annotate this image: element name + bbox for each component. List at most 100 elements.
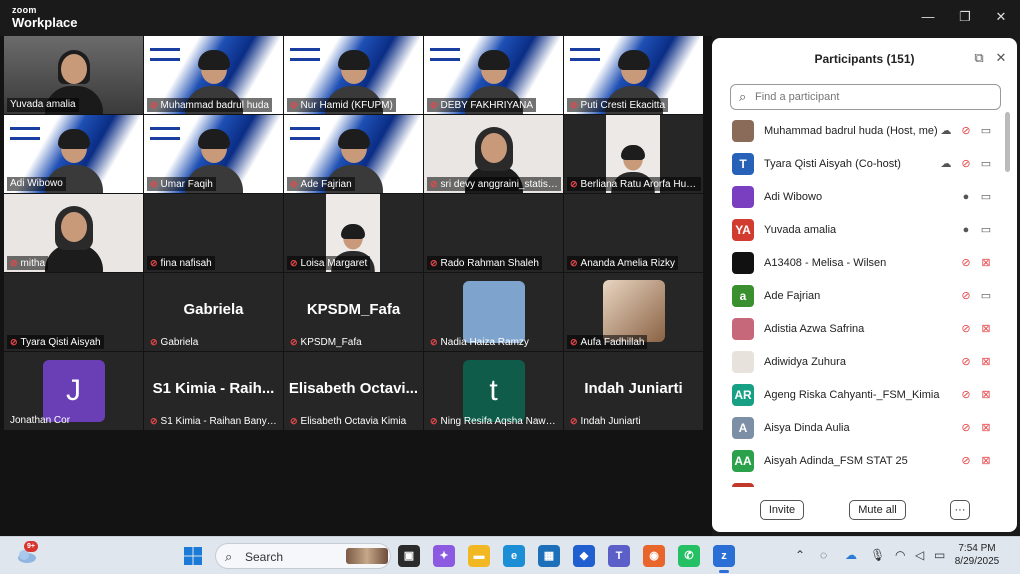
video-tile[interactable]: ⊘ Rado Rahman Shaleh: [424, 194, 563, 272]
taskbar-search[interactable]: ⌕ Search: [215, 543, 391, 569]
list-scrollbar[interactable]: [1005, 112, 1010, 172]
participant-search-input[interactable]: [755, 89, 985, 105]
video-tile[interactable]: Yuvada amalia: [4, 36, 143, 114]
video-tile[interactable]: ⊘ Aufa Fadhillah: [564, 273, 703, 351]
file-explorer-icon[interactable]: ▬: [468, 545, 490, 567]
participants-title: Participants (151): [814, 52, 915, 66]
video-tile[interactable]: ▬▬▬ ▬▬▬ ⊘ Puti Cresti Ekacitta: [564, 36, 703, 114]
video-tile[interactable]: ⊘ mitha: [4, 194, 143, 272]
mic-muted-icon: ⊘: [430, 179, 438, 189]
mute-all-button[interactable]: Mute all: [849, 500, 906, 520]
chevron-up-icon[interactable]: ⌃: [795, 548, 805, 562]
video-tile[interactable]: ⊘ Ananda Amelia Rizky: [564, 194, 703, 272]
onedrive-icon[interactable]: ☁: [845, 548, 857, 562]
mic-muted-icon[interactable]: ⊘: [959, 256, 973, 270]
video-icon[interactable]: ▭: [979, 289, 993, 303]
video-tile[interactable]: Elisabeth Octavi... ⊘ Elisabeth Octavia Ki…: [284, 352, 423, 430]
zoom-app-icon[interactable]: z: [713, 545, 735, 573]
mic-icon[interactable]: ●: [959, 223, 973, 237]
start-button[interactable]: [183, 546, 203, 566]
wifi-icon[interactable]: ◠: [895, 548, 905, 562]
mic-muted-icon[interactable]: ⊘: [959, 322, 973, 336]
close-window-button[interactable]: ✕: [993, 9, 1009, 25]
video-icon[interactable]: ▭: [979, 223, 993, 237]
video-tile[interactable]: ▬▬▬ ▬▬▬ ⊘ Umar Faqih: [144, 115, 283, 193]
participant-name: sri devy anggraini_statisti...: [440, 179, 561, 190]
copilot-icon[interactable]: ✦: [433, 545, 455, 567]
video-tile[interactable]: ▬▬▬ ▬▬▬ ⊘ Nur Hamid (KFUPM): [284, 36, 423, 114]
participant-row[interactable]: [712, 478, 1017, 487]
mic-muted-icon[interactable]: ⊘: [959, 157, 973, 171]
participant-row[interactable]: YA Yuvada amalia ● ▭: [712, 214, 1017, 247]
video-tile[interactable]: S1 Kimia - Raih... ⊘ S1 Kimia - Raihan Ban…: [144, 352, 283, 430]
clock[interactable]: 7:54 PM 8/29/2025: [952, 542, 1002, 568]
video-tile[interactable]: ▬▬▬ ▬▬▬ ⊘ DEBY FAKHRIYANA: [424, 36, 563, 114]
store-icon[interactable]: ▦: [538, 545, 560, 567]
edge-icon[interactable]: e: [503, 545, 525, 567]
participant-name-label: ⊘ sri devy anggraini_statisti...: [427, 177, 561, 191]
maximize-button[interactable]: ❐: [957, 9, 973, 25]
mic-muted-icon[interactable]: ⊘: [959, 289, 973, 303]
participant-row[interactable]: Muhammad badrul huda (Host, me) ☁ ⊘ ▭: [712, 115, 1017, 148]
teams-icon[interactable]: T: [608, 545, 630, 567]
video-tile[interactable]: ⊘ Tyara Qisti Aisyah: [4, 273, 143, 351]
participant-row[interactable]: AA Aisyah Adinda_FSM STAT 25 ⊘ ⊠: [712, 445, 1017, 478]
task-view-icon[interactable]: ▣: [398, 545, 420, 567]
video-off-icon[interactable]: ⊠: [979, 355, 993, 369]
participant-display-name: Elisabeth Octavi...: [288, 380, 419, 397]
video-off-icon[interactable]: ⊠: [979, 388, 993, 402]
participant-row[interactable]: Adi Wibowo ● ▭: [712, 181, 1017, 214]
participant-row[interactable]: A Aisya Dinda Aulia ⊘ ⊠: [712, 412, 1017, 445]
video-icon[interactable]: ▭: [979, 190, 993, 204]
minimize-button[interactable]: —: [920, 9, 936, 25]
participant-row[interactable]: a Ade Fajrian ⊘ ▭: [712, 280, 1017, 313]
video-tile[interactable]: ⊘ fina nafisah: [144, 194, 283, 272]
participant-row[interactable]: AR Ageng Riska Cahyanti-_FSM_Kimia ⊘ ⊠: [712, 379, 1017, 412]
invite-button[interactable]: Invite: [760, 500, 804, 520]
battery-icon[interactable]: ▭: [934, 548, 945, 562]
video-tile[interactable]: ⊘ Loisa Margaret: [284, 194, 423, 272]
participant-search[interactable]: ⌕: [730, 84, 1001, 110]
video-tile[interactable]: ▬▬▬ ▬▬▬ ⊘ Ade Fajrian: [284, 115, 423, 193]
mic-muted-icon[interactable]: ⊘: [959, 421, 973, 435]
mic-muted-icon[interactable]: ⊘: [959, 388, 973, 402]
mic-muted-icon[interactable]: ⊘: [959, 124, 973, 138]
vpn-icon[interactable]: ◌: [820, 548, 827, 562]
mic-muted-icon[interactable]: ⊘: [959, 454, 973, 468]
participant-row[interactable]: Adistia Azwa Safrina ⊘ ⊠: [712, 313, 1017, 346]
video-off-icon[interactable]: ⊠: [979, 454, 993, 468]
video-off-icon[interactable]: ⊠: [979, 421, 993, 435]
video-off-icon[interactable]: ⊠: [979, 256, 993, 270]
video-icon[interactable]: ▭: [979, 124, 993, 138]
taskbar: 9+ ⌕ Search ▣ ✦ ▬ e ▦ ◆ T ◉ ✆ z ⌃ ◌ ☁ 🎙 …: [0, 536, 1020, 574]
zoom-logo: zoom Workplace: [12, 6, 78, 30]
mic-icon[interactable]: ●: [959, 190, 973, 204]
video-tile[interactable]: KPSDM_Fafa ⊘ KPSDM_Fafa: [284, 273, 423, 351]
video-tile[interactable]: Indah Juniarti ⊘ Indah Juniarti: [564, 352, 703, 430]
mic-muted-icon: ⊘: [430, 337, 438, 347]
participant-row[interactable]: A13408 - Melisa - Wilsen ⊘ ⊠: [712, 247, 1017, 280]
video-tile[interactable]: t ⊘ Ning Resifa Aqsha Nawaya: [424, 352, 563, 430]
video-tile[interactable]: Gabriela ⊘ Gabriela: [144, 273, 283, 351]
video-tile[interactable]: ▬▬▬ ▬▬▬ Adi Wibowo: [4, 115, 143, 193]
video-icon[interactable]: ▭: [979, 157, 993, 171]
participant-row[interactable]: Adiwidya Zuhura ⊘ ⊠: [712, 346, 1017, 379]
volume-icon[interactable]: ◁: [915, 548, 924, 562]
video-tile[interactable]: ⊘ Nadia Haiza Ramzy: [424, 273, 563, 351]
more-options-button[interactable]: ···: [950, 500, 970, 520]
firefox-icon[interactable]: ◉: [643, 545, 665, 567]
whatsapp-icon[interactable]: ✆: [678, 545, 700, 567]
participant-row[interactable]: T Tyara Qisti Aisyah (Co-host) ☁ ⊘ ▭: [712, 148, 1017, 181]
mic-muted-icon: ⊘: [290, 337, 298, 347]
mic-muted-icon[interactable]: ⊘: [959, 355, 973, 369]
video-tile[interactable]: ⊘ Berliana Ratu Arorfa Huta...: [564, 115, 703, 193]
search-icon: ⌕: [739, 89, 747, 104]
close-panel-icon[interactable]: ✕: [994, 51, 1008, 65]
video-off-icon[interactable]: ⊠: [979, 322, 993, 336]
video-tile[interactable]: ⊘ sri devy anggraini_statisti...: [424, 115, 563, 193]
video-tile[interactable]: ▬▬▬ ▬▬▬ ⊘ Muhammad badrul huda: [144, 36, 283, 114]
language-icon[interactable]: 🎙: [870, 548, 885, 562]
dropbox-icon[interactable]: ◆: [573, 545, 595, 567]
popout-icon[interactable]: ⧉: [972, 51, 986, 65]
video-tile[interactable]: J Jonathan Cor: [4, 352, 143, 430]
